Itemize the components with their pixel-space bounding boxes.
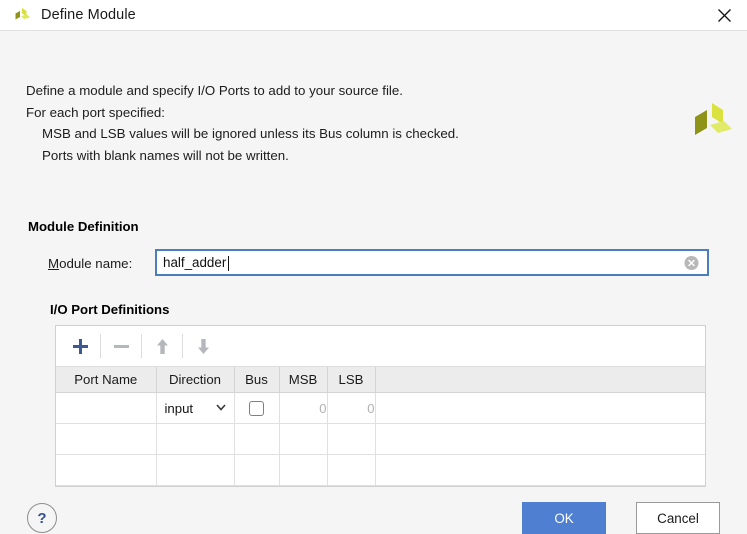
cell-lsb[interactable] <box>327 455 375 486</box>
cell-direction[interactable]: input <box>156 393 234 424</box>
module-definition-heading: Module Definition <box>28 219 139 234</box>
bus-checkbox[interactable] <box>249 401 264 416</box>
column-header-port-name[interactable]: Port Name <box>56 367 156 393</box>
module-name-input[interactable]: half_adder <box>155 249 709 276</box>
cell-direction[interactable] <box>156 424 234 455</box>
cell-msb[interactable] <box>279 424 327 455</box>
cell-msb[interactable]: 0 <box>279 393 327 424</box>
window-title: Define Module <box>41 7 136 23</box>
cell-port-name[interactable] <box>56 393 156 424</box>
cell-direction[interactable] <box>156 455 234 486</box>
add-port-button[interactable] <box>60 326 100 366</box>
cell-filler <box>375 393 705 424</box>
cell-bus[interactable] <box>234 455 279 486</box>
cancel-button[interactable]: Cancel <box>636 502 720 534</box>
table-row[interactable] <box>56 455 705 486</box>
cell-port-name[interactable] <box>56 424 156 455</box>
dialog-body: Define a module and specify I/O Ports to… <box>0 31 747 533</box>
module-name-value: half_adder <box>157 255 226 270</box>
vivado-pinwheel-logo-icon <box>688 97 736 145</box>
io-port-definitions-heading: I/O Port Definitions <box>50 302 169 317</box>
module-name-label-rest: odule name: <box>59 256 132 271</box>
cell-lsb[interactable]: 0 <box>327 393 375 424</box>
cell-filler <box>375 455 705 486</box>
description-block: Define a module and specify I/O Ports to… <box>26 80 459 166</box>
vivado-logo-icon <box>12 5 32 25</box>
column-header-bus[interactable]: Bus <box>234 367 279 393</box>
table-row[interactable] <box>56 424 705 455</box>
table-header-row: Port Name Direction Bus MSB LSB <box>56 367 705 393</box>
cell-port-name[interactable] <box>56 455 156 486</box>
move-port-down-button[interactable] <box>183 326 223 366</box>
description-line-2: For each port specified: <box>26 102 459 124</box>
help-button[interactable]: ? <box>27 503 57 533</box>
io-ports-panel: Port Name Direction Bus MSB LSB input <box>55 325 706 487</box>
module-name-label-mnemonic: M <box>48 256 59 271</box>
move-port-up-button[interactable] <box>142 326 182 366</box>
chevron-down-icon[interactable] <box>215 401 227 416</box>
table-row[interactable]: input 0 0 <box>56 393 705 424</box>
io-ports-table: Port Name Direction Bus MSB LSB input <box>56 367 705 486</box>
ok-button[interactable]: OK <box>522 502 606 534</box>
cell-bus[interactable] <box>234 424 279 455</box>
io-ports-toolbar <box>56 326 705 367</box>
column-header-msb[interactable]: MSB <box>279 367 327 393</box>
column-header-lsb[interactable]: LSB <box>327 367 375 393</box>
column-header-direction[interactable]: Direction <box>156 367 234 393</box>
module-name-label: Module name: <box>48 256 132 271</box>
remove-port-button[interactable] <box>101 326 141 366</box>
cell-msb[interactable] <box>279 455 327 486</box>
cell-lsb[interactable] <box>327 424 375 455</box>
title-bar: Define Module <box>0 0 747 31</box>
cell-filler <box>375 424 705 455</box>
description-line-4: Ports with blank names will not be writt… <box>26 145 459 167</box>
description-line-1: Define a module and specify I/O Ports to… <box>26 80 459 102</box>
clear-circle-icon[interactable] <box>684 255 699 270</box>
direction-select-value: input <box>165 401 194 416</box>
description-line-3: MSB and LSB values will be ignored unles… <box>26 123 459 145</box>
cell-bus[interactable] <box>234 393 279 424</box>
close-icon[interactable] <box>701 0 747 30</box>
column-header-filler <box>375 367 705 393</box>
